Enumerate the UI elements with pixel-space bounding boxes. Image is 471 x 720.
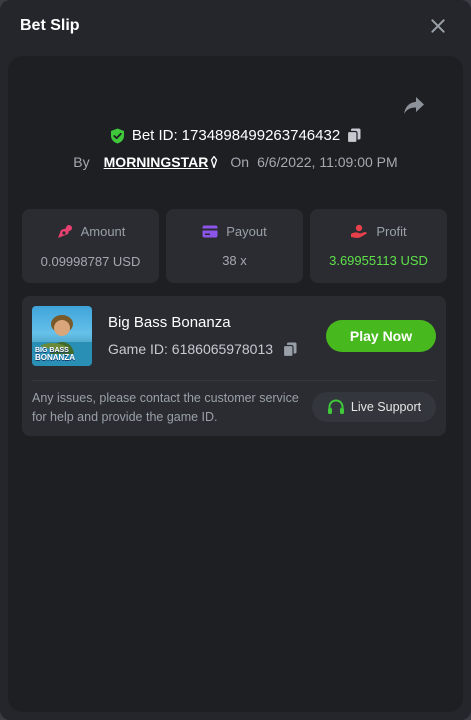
copy-bet-id-icon[interactable] bbox=[347, 128, 361, 143]
amount-value: 0.09998787 USD bbox=[40, 253, 141, 269]
bet-stats: Amount 0.09998787 USD Payout 38 x Profit… bbox=[22, 209, 447, 283]
game-card: BIG BASS BONANZA Big Bass Bonanza Game I… bbox=[22, 296, 446, 436]
stat-amount: Amount 0.09998787 USD bbox=[22, 209, 159, 283]
live-support-label: Live Support bbox=[350, 400, 422, 414]
shield-check-icon bbox=[110, 128, 124, 143]
share-icon[interactable] bbox=[403, 96, 425, 116]
profit-hand-icon bbox=[351, 224, 367, 238]
bet-details-panel: Bet ID: 1734898499263746432 By MORNINGST… bbox=[8, 56, 463, 712]
bet-slip-modal: Bet Slip Bet ID: 1734898499263746432 By … bbox=[0, 0, 471, 720]
close-icon[interactable] bbox=[429, 17, 447, 35]
stat-profit: Profit 3.69955113 USD bbox=[310, 209, 447, 283]
profit-value: 3.69955113 USD bbox=[329, 253, 428, 268]
bet-id-value: 1734898499263746432 bbox=[181, 127, 341, 144]
game-id-label: Game ID: bbox=[108, 341, 168, 357]
modal-title: Bet Slip bbox=[20, 17, 80, 34]
bet-id-row: Bet ID: 1734898499263746432 bbox=[8, 127, 463, 144]
game-thumbnail[interactable]: BIG BASS BONANZA bbox=[32, 306, 92, 366]
payout-card-icon bbox=[202, 225, 218, 238]
live-support-button[interactable]: Live Support bbox=[312, 392, 436, 422]
amount-label: Amount bbox=[80, 224, 126, 239]
modal-header: Bet Slip bbox=[0, 0, 471, 52]
bet-author-row: By MORNINGSTAR On 6/6/2022, 11:09:00 PM bbox=[8, 154, 463, 170]
thumbnail-text-line2: BONANZA bbox=[35, 353, 75, 362]
payout-value: 38 x bbox=[222, 253, 247, 268]
game-id-value: 6186065978013 bbox=[171, 341, 274, 357]
bet-datetime: 6/6/2022, 11:09:00 PM bbox=[257, 154, 398, 170]
username-text: MORNINGSTAR bbox=[103, 154, 209, 170]
support-help-text: Any issues, please contact the customer … bbox=[32, 391, 299, 424]
payout-label: Payout bbox=[226, 224, 267, 239]
amount-icon bbox=[57, 224, 72, 238]
play-now-button[interactable]: Play Now bbox=[326, 320, 436, 352]
username-link[interactable]: MORNINGSTAR bbox=[104, 154, 219, 170]
user-badge-icon bbox=[211, 155, 218, 170]
on-label: On bbox=[230, 154, 250, 170]
bet-id-label: Bet ID: bbox=[131, 127, 178, 144]
game-name: Big Bass Bonanza bbox=[108, 314, 231, 331]
profit-label: Profit bbox=[376, 224, 407, 239]
by-label: By bbox=[73, 154, 90, 170]
stat-payout: Payout 38 x bbox=[166, 209, 303, 283]
copy-game-id-icon[interactable] bbox=[283, 342, 297, 357]
headset-icon bbox=[327, 398, 344, 414]
game-id-row: Game ID: 6186065978013 bbox=[108, 341, 297, 357]
divider bbox=[32, 380, 436, 381]
